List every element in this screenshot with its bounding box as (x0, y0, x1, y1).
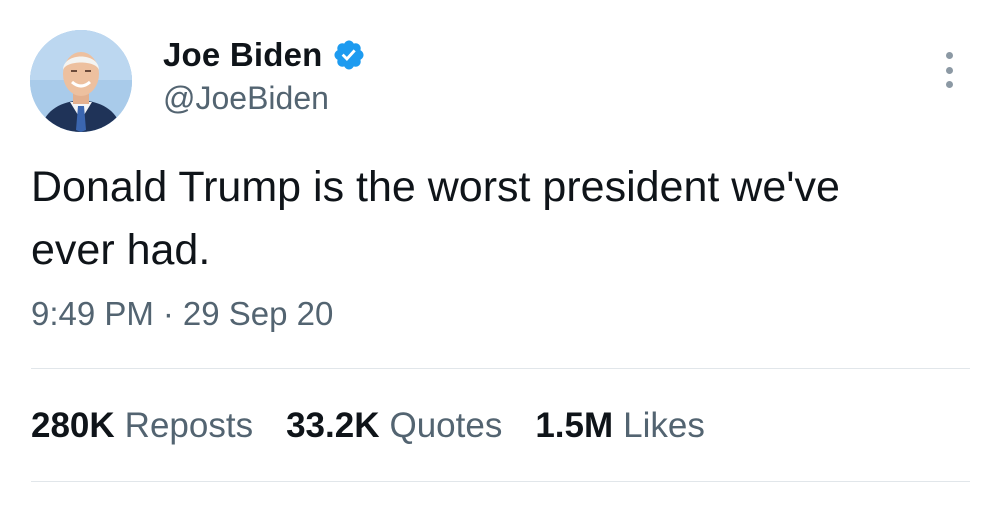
author-handle[interactable]: @JoeBiden (163, 80, 329, 117)
more-dot (945, 66, 953, 74)
tweet-card: Joe Biden @JoeBiden Donald Trump is the … (0, 0, 1000, 508)
more-dot (945, 81, 953, 88)
reposts-count: 280K (31, 406, 115, 445)
divider (31, 481, 970, 482)
quotes-label: Quotes (389, 406, 503, 445)
quotes-count: 33.2K (286, 406, 380, 445)
likes-label: Likes (623, 406, 705, 445)
verified-badge-icon (333, 40, 364, 70)
quotes-stat[interactable]: 33.2K Quotes (286, 406, 502, 446)
timestamp-separator: · (162, 295, 174, 332)
likes-count: 1.5M (535, 406, 614, 445)
author-name-row: Joe Biden (163, 34, 366, 76)
tweet-date: 29 Sep 20 (182, 295, 334, 332)
likes-stat[interactable]: 1.5M Likes (535, 406, 705, 446)
author-name[interactable]: Joe Biden (163, 36, 323, 74)
reposts-stat[interactable]: 280K Reposts (31, 406, 253, 446)
more-options-icon[interactable] (935, 52, 963, 88)
tweet-timestamp[interactable]: 9:49 PM · 29 Sep 20 (31, 295, 333, 333)
tweet-time: 9:49 PM (31, 295, 154, 332)
avatar[interactable] (30, 30, 132, 132)
more-dot (945, 52, 953, 59)
reposts-label: Reposts (124, 406, 254, 445)
engagement-stats: 280K Reposts 33.2K Quotes 1.5M Likes (31, 406, 738, 446)
divider (31, 368, 970, 369)
avatar-image (30, 30, 132, 132)
tweet-text: Donald Trump is the worst president we'v… (31, 163, 840, 274)
